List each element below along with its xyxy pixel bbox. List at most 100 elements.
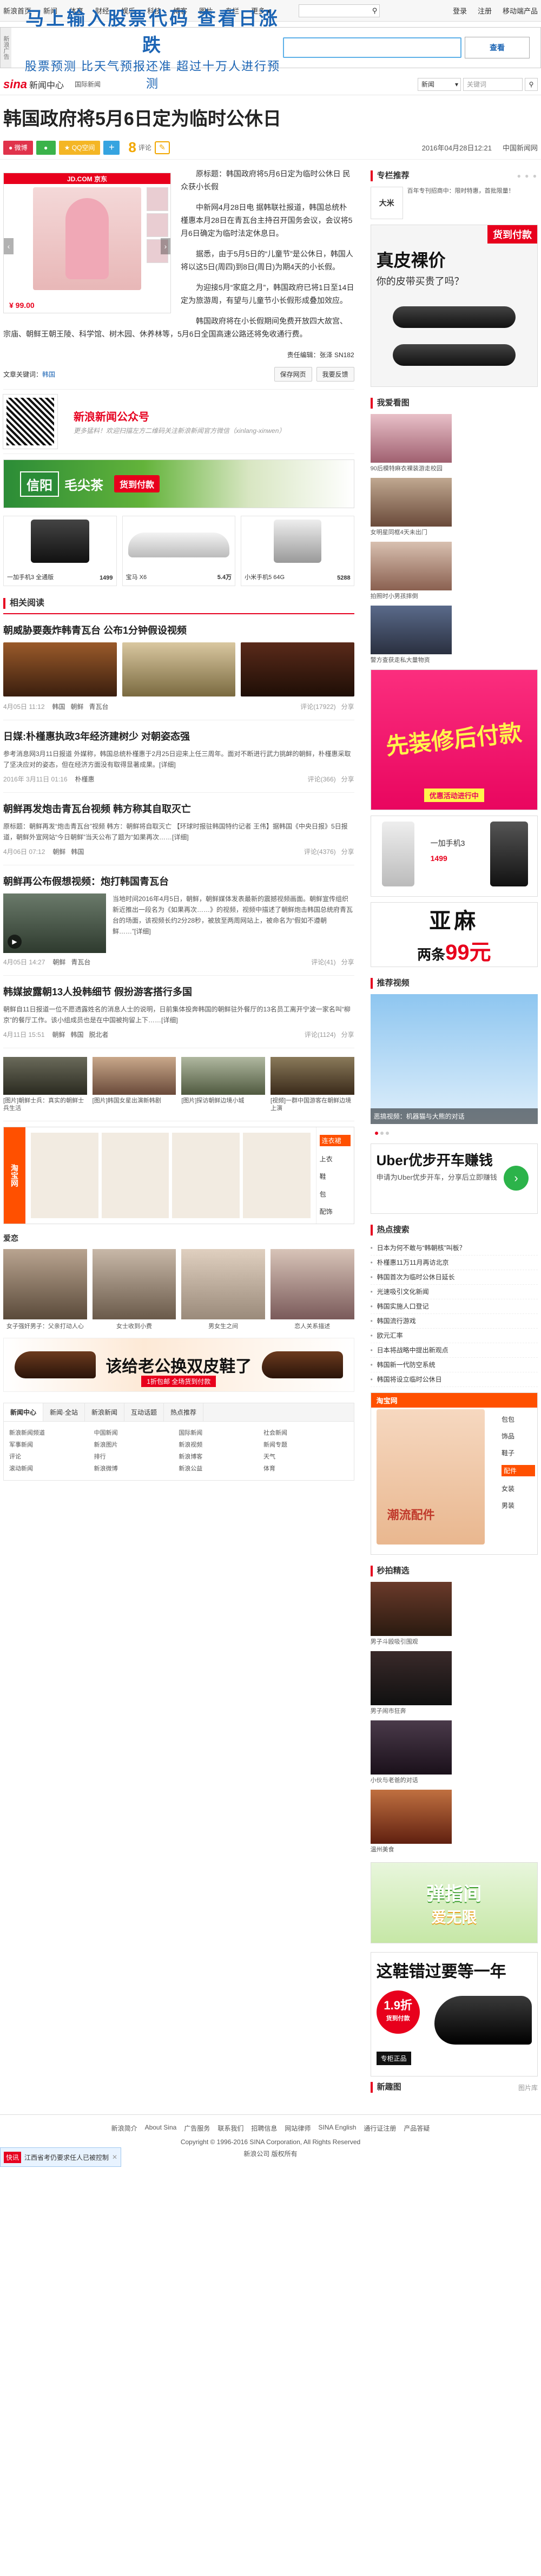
hot-search-item[interactable]: 韩国流行游戏 (370, 1314, 538, 1329)
taobao-item[interactable] (242, 1133, 311, 1218)
site-nav-link[interactable]: 滚动新闻 (9, 1463, 94, 1475)
keyword-search-input[interactable]: 关键词 (463, 77, 523, 91)
save-page-button[interactable]: 保存网页 (274, 367, 312, 382)
news-tag[interactable]: 朝鲜 (71, 702, 84, 711)
hot-search-item[interactable]: 韩国将设立临时公休日 (370, 1372, 538, 1387)
linen-ad[interactable]: 亚麻 两条99元 (370, 902, 538, 967)
news-tag[interactable]: 韩国 (71, 1030, 84, 1039)
hot-search-item[interactable]: 光速吸引文化新闻 (370, 1285, 538, 1299)
footer-link[interactable]: About Sina (145, 2124, 177, 2133)
footer-link[interactable]: 联系我们 (217, 2124, 243, 2133)
comment-edit-icon[interactable]: ✎ (154, 141, 170, 154)
search-button[interactable]: ⚲ (525, 77, 538, 91)
share-weibo-button[interactable]: ● 微博 (3, 140, 33, 155)
taobao-item[interactable] (101, 1133, 169, 1218)
tea-ad-banner[interactable]: 信阳 毛尖茶 货到付款 (3, 459, 354, 508)
taobao-item[interactable] (31, 1133, 98, 1218)
news-share-link[interactable]: 分享 (341, 774, 354, 784)
related-picture[interactable]: [视频]一群中国游客在朝鲜边境上演 (270, 1057, 354, 1112)
site-nav-link[interactable]: 中国新闻 (94, 1427, 179, 1439)
ad-stock-input[interactable] (283, 37, 461, 58)
shoe-ad-banner[interactable]: 该给老公换双皮鞋了 1折包邮 全场货到付款 (3, 1338, 354, 1392)
news-image[interactable] (122, 642, 236, 696)
related-picture[interactable]: [图片]探访朝鲜边境小城 (181, 1057, 265, 1112)
site-nav-link[interactable]: 评论 (9, 1451, 94, 1463)
ad-query-button[interactable]: 查看 (465, 37, 530, 58)
pager-dot[interactable] (380, 1132, 384, 1135)
site-nav-link[interactable]: 军事新闻 (9, 1439, 94, 1451)
belt-ad[interactable]: 货到付款 真皮裸价 你的皮带买贵了吗？ (370, 225, 538, 387)
taobao-ad[interactable]: 淘宝网 连衣裙 上衣 鞋 包 配饰 (3, 1127, 354, 1224)
news-tag[interactable]: 青瓦台 (71, 957, 90, 967)
play-icon[interactable]: ▶ (8, 935, 22, 949)
floating-news-bar[interactable]: 快讯 江西省考仍要求任人已被控制 ✕ (0, 2147, 122, 2167)
news-image[interactable] (3, 642, 117, 696)
chevron-right-icon[interactable]: › (161, 238, 170, 254)
seckill-item[interactable]: 小伙与老爸的对话 (370, 1720, 452, 1784)
footer-link[interactable]: 新浪简介 (111, 2124, 137, 2133)
news-share-link[interactable]: 分享 (341, 957, 354, 967)
site-nav-link[interactable]: 天气 (263, 1451, 348, 1463)
taobao-side-menu-item[interactable]: 配件 (502, 1465, 535, 1476)
news-share-link[interactable]: 分享 (341, 847, 354, 856)
hot-search-item[interactable]: 日本将战略中提出新观点 (370, 1343, 538, 1358)
share-wechat-button[interactable]: ● (36, 140, 56, 155)
news-tag[interactable]: 青瓦台 (89, 702, 109, 711)
love-picture[interactable]: 男女生之间 (181, 1249, 265, 1330)
news-comments-link[interactable]: 评论(17922) (300, 702, 335, 711)
footer-link[interactable]: 产品答疑 (404, 2124, 430, 2133)
news-share-link[interactable]: 分享 (341, 1030, 354, 1039)
news-title[interactable]: 朝威胁要轰炸韩青瓦台 公布1分钟假设视频 (3, 623, 354, 637)
news-tag[interactable]: 韩国 (71, 847, 84, 856)
phone-ad[interactable]: 一加手机3 1499 (370, 816, 538, 897)
comment-count[interactable]: 8 (128, 139, 136, 156)
ad-thumb[interactable] (147, 213, 168, 237)
footer-link[interactable]: 通行证注册 (364, 2124, 396, 2133)
footer-link[interactable]: 网站律师 (285, 2124, 311, 2133)
news-video-thumbnail[interactable]: ▶ (3, 893, 106, 953)
hot-search-item[interactable]: 日本为何不敢与“韩朝核”叫板？ (370, 1241, 538, 1256)
chevron-left-icon[interactable]: ‹ (4, 238, 14, 254)
pager-dots-icon[interactable]: ● ● ● (517, 170, 538, 181)
news-center-label[interactable]: 新闻中心 (29, 78, 64, 91)
taobao-menu-item[interactable]: 上衣 (320, 1154, 351, 1164)
site-nav-link[interactable]: 体育 (263, 1463, 348, 1475)
float-text[interactable]: 江西省考仍要求任人已被控制 (24, 2153, 109, 2162)
watch-item[interactable]: 女明星同框4天未出门 (370, 478, 452, 536)
news-tag[interactable]: 韩国 (52, 702, 65, 711)
ad-thumb[interactable] (147, 187, 168, 211)
site-nav-link[interactable]: 社会新闻 (263, 1427, 348, 1439)
footer-link[interactable]: 招聘信息 (251, 2124, 277, 2133)
site-nav-link[interactable]: 新浪新闻频道 (9, 1427, 94, 1439)
related-picture[interactable]: [图片]朝鲜士兵：真实的朝鲜士兵生活 (3, 1057, 87, 1112)
news-title[interactable]: 韩媒披露朝13人投韩细节 假扮游客搭行多国 (3, 984, 354, 998)
share-qzone-button[interactable]: ★ QQ空间 (58, 140, 101, 155)
site-nav-link[interactable]: 新浪视频 (179, 1439, 263, 1451)
love-picture[interactable]: 女子强奸男子：父亲打动人心 (3, 1249, 87, 1330)
product-ad[interactable]: 小米手机5 64G 5288 (241, 516, 354, 586)
recommend-ad[interactable]: 大米 百年专刊招商中：限时特惠，首批限量！ (370, 187, 538, 219)
hot-search-item[interactable]: 朴槿惠11万11月再访北京 (370, 1256, 538, 1270)
product-ad[interactable]: 一加手机3 全通版 1499 (3, 516, 117, 586)
share-more-button[interactable]: + (103, 140, 120, 155)
news-title[interactable]: 朝鲜再公布假想视频：炮打韩国青瓦台 (3, 874, 354, 888)
news-title[interactable]: 朝鲜再发炮击青瓦台视频 韩方称其自取灭亡 (3, 801, 354, 816)
green-ad[interactable]: 弹指间 爱无限 (370, 1862, 538, 1943)
watch-item[interactable]: 90后模特麻衣裸装游走校园 (370, 414, 452, 472)
site-nav-link[interactable]: 排行 (94, 1451, 179, 1463)
pager-dot[interactable] (385, 1132, 389, 1135)
site-nav-link[interactable]: 新浪公益 (179, 1463, 263, 1475)
news-tag[interactable]: 朝鲜 (52, 1030, 65, 1039)
top-ad-banner[interactable]: 新浪广告 马上输入股票代码 查看日涨跌 股票预测 比天气预报还准 超过十万人进行… (0, 9, 541, 90)
watch-item[interactable]: 拍照时小男孩摔倒 (370, 542, 452, 600)
taobao-menu-item[interactable]: 连衣裙 (319, 1134, 351, 1146)
search-scope-select[interactable]: 新闻 ▾ (418, 77, 461, 91)
product-ad[interactable]: 宝马 X6 5.4万 (122, 516, 236, 586)
taobao-menu-item[interactable]: 配饰 (320, 1207, 351, 1216)
renovation-ad[interactable]: 先装修后付款 优惠活动进行中 (370, 669, 538, 810)
uber-ad[interactable]: Uber优步开车赚钱 申请为Uber优步开车，分享后立即赚钱 › (370, 1144, 538, 1214)
watch-item[interactable]: 警方查获走私大量物资 (370, 606, 452, 664)
pager-dot[interactable] (374, 1132, 378, 1135)
taobao-side-menu-item[interactable]: 鞋子 (502, 1448, 535, 1457)
sina-logo[interactable]: sina (3, 77, 27, 91)
